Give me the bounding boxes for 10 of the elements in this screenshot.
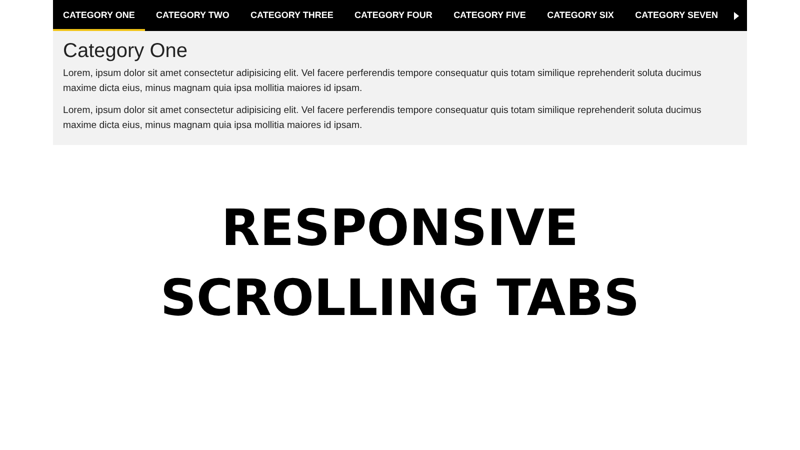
tab[interactable]: CATEGORY FIVE [444,0,536,31]
tab[interactable]: CATEGORY TWO [146,0,240,31]
tab[interactable]: CATEGORY SEVEN [625,0,728,31]
paragraph: Lorem, ipsum dolor sit amet consectetur adipisicing elit. Vel facere perferendis tempore consequatur quis totam similique reprehenderit soluta ducimus maxime dicta eius, minus magnam quia ipsa mollitia maiores id ipsam. [63,67,702,96]
tab[interactable]: CATEGORY THREE [240,0,344,31]
paragraph: Lorem, ipsum dolor sit amet consectetur adipisicing elit. Vel facere perferendis tempore consequatur quis totam similique reprehenderit soluta ducimus maxime dicta eius, minus magnam quia ipsa mollitia maiores id ipsam. [63,104,702,133]
banner-title: RESPONSIVE SCROLLING TABS [159,198,641,329]
panel-heading: Category One [63,40,189,63]
tab[interactable]: CATEGORY FOUR [344,0,442,31]
tab[interactable]: CATEGORY SIX [537,0,624,31]
